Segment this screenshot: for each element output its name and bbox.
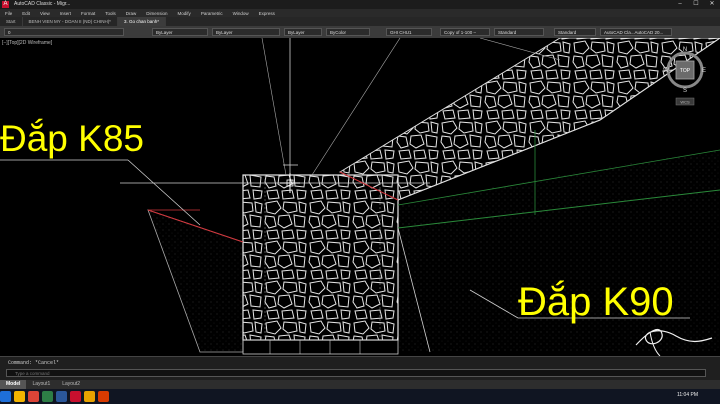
- menu-edit[interactable]: Edit: [17, 11, 35, 16]
- menu-format[interactable]: Format: [76, 11, 100, 16]
- viewport-label[interactable]: [−][Top][2D Wireframe]: [2, 40, 52, 46]
- excel-icon[interactable]: [42, 391, 53, 402]
- layer-dropdown[interactable]: 0: [4, 28, 124, 36]
- menu-express[interactable]: Express: [254, 11, 280, 16]
- textstyle-dropdown[interactable]: GHI CHU1: [386, 28, 432, 36]
- chrome-icon[interactable]: [28, 391, 39, 402]
- menu-dimension[interactable]: Dimension: [141, 11, 172, 16]
- dimstyle-dropdown[interactable]: Copy of 1-100 –: [440, 28, 490, 36]
- viewcube-north[interactable]: N: [683, 47, 687, 53]
- viewcube[interactable]: TOP N S E W WCS: [663, 44, 707, 106]
- close-button[interactable]: ✕: [704, 0, 720, 9]
- windows-taskbar: 11:04 PM: [0, 389, 720, 404]
- compacted-fill-k85: [147, 209, 244, 353]
- viewcube-face-label[interactable]: TOP: [680, 68, 691, 74]
- lineweight-dropdown[interactable]: ByLayer: [284, 28, 322, 36]
- linetype-dropdown[interactable]: ByLayer: [212, 28, 280, 36]
- menu-insert[interactable]: Insert: [55, 11, 76, 16]
- plotstyle-dropdown[interactable]: ByColor: [326, 28, 370, 36]
- viewcube-south[interactable]: S: [683, 88, 687, 94]
- command-window: Command: *Cancel* Type a command: [0, 356, 720, 381]
- autocad-taskbar-icon[interactable]: [70, 391, 81, 402]
- menu-modify[interactable]: Modify: [173, 11, 196, 16]
- viewcube-west[interactable]: W: [663, 68, 669, 74]
- command-history: Command: *Cancel*: [8, 360, 60, 366]
- mleaderstyle-dropdown[interactable]: Standard: [554, 28, 596, 36]
- workspace-dropdown[interactable]: AutoCAD Cla...AutoCAD 20...: [600, 28, 672, 36]
- label-dap-k90: Đắp K90: [518, 280, 674, 324]
- label-dap-k85: Đắp K85: [0, 118, 144, 159]
- command-input[interactable]: Type a command: [6, 369, 706, 377]
- tab-benh-vien[interactable]: BENH VIEN MY - DOAN II (ND) CHINH)*: [23, 17, 118, 26]
- layout-tab-bar: Model Layout1 Layout2: [0, 380, 720, 389]
- stone-wall-block: [242, 174, 399, 355]
- taskbar-icons: [0, 391, 112, 402]
- menu-view[interactable]: View: [35, 11, 55, 16]
- explorer-icon[interactable]: [14, 391, 25, 402]
- taskbar-clock[interactable]: 11:04 PM: [677, 392, 698, 398]
- tablestyle-dropdown[interactable]: Standard: [494, 28, 544, 36]
- tab-model[interactable]: Model: [0, 380, 27, 389]
- window-controls: – ☐ ✕: [672, 0, 720, 9]
- powerpoint-icon[interactable]: [98, 391, 109, 402]
- tab-layout2[interactable]: Layout2: [56, 380, 86, 389]
- word-icon[interactable]: [56, 391, 67, 402]
- app-icon[interactable]: [84, 391, 95, 402]
- color-dropdown[interactable]: ByLayer: [152, 28, 208, 36]
- tab-layout1[interactable]: Layout1: [26, 380, 56, 389]
- autocad-logo-icon[interactable]: A: [2, 1, 9, 8]
- start-icon[interactable]: [0, 391, 11, 402]
- menu-tools[interactable]: Tools: [100, 11, 121, 16]
- title-bar: A AutoCAD Classic - Migr... – ☐ ✕: [0, 0, 720, 9]
- window-title: AutoCAD Classic - Migr...: [14, 1, 71, 7]
- viewcube-east[interactable]: E: [702, 68, 706, 74]
- menu-file[interactable]: File: [0, 11, 17, 16]
- properties-toolbar: 0 ByLayer ByLayer ByLayer ByColor GHI CH…: [0, 26, 720, 38]
- tab-go-chan-banh[interactable]: 3. Go chan banh*: [117, 17, 166, 26]
- menu-parametric[interactable]: Parametric: [196, 11, 228, 16]
- wcs-menu[interactable]: WCS: [680, 100, 690, 105]
- menu-window[interactable]: Window: [228, 11, 254, 16]
- tab-start[interactable]: Start: [0, 17, 23, 26]
- minimize-button[interactable]: –: [672, 0, 688, 9]
- menu-bar: File Edit View Insert Format Tools Draw …: [0, 9, 720, 17]
- file-tab-bar: Start BENH VIEN MY - DOAN II (ND) CHINH)…: [0, 17, 720, 26]
- menu-draw[interactable]: Draw: [121, 11, 142, 16]
- maximize-button[interactable]: ☐: [688, 0, 704, 9]
